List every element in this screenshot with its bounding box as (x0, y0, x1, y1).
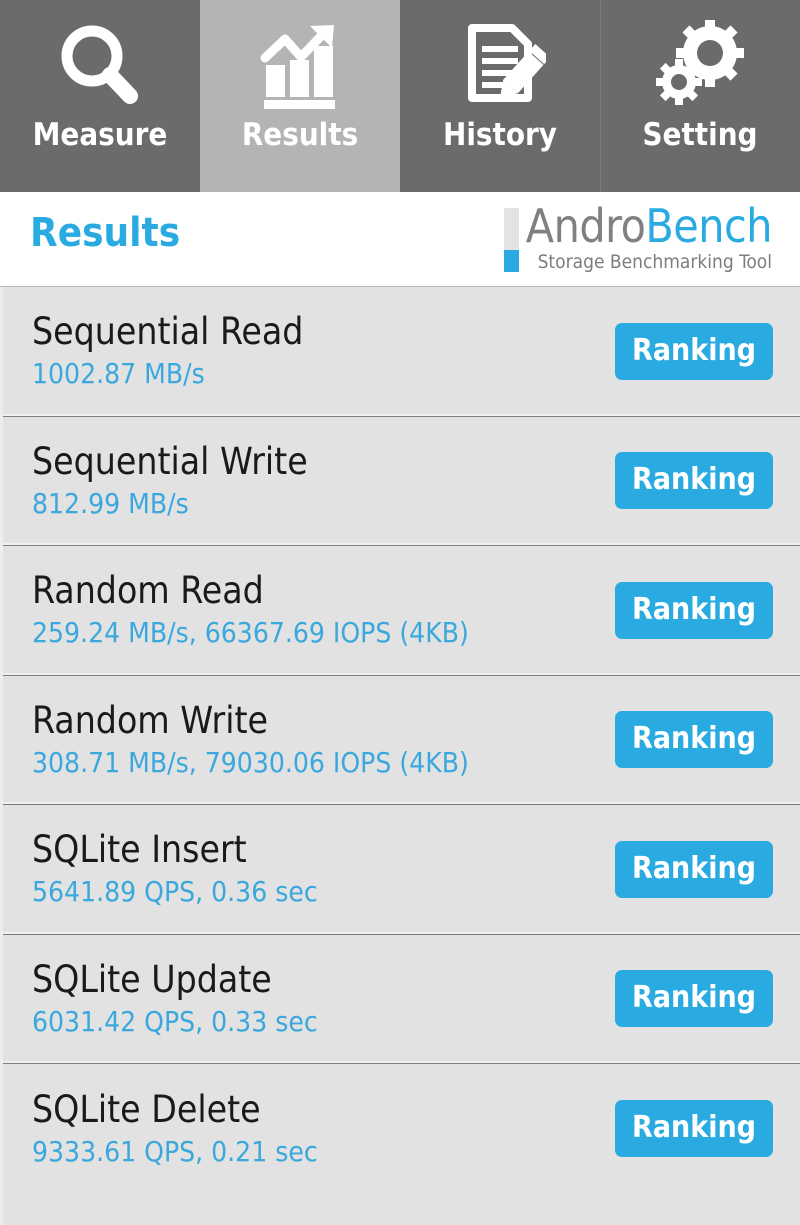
result-value: 6031.42 QPS, 0.33 sec (32, 1004, 318, 1038)
ranking-button[interactable]: Ranking (615, 581, 773, 639)
result-title: Sequential Write (32, 439, 308, 483)
row-texts: SQLite Update 6031.42 QPS, 0.33 sec (32, 958, 318, 1040)
logo-bar-bottom (503, 250, 519, 272)
result-title: Random Read (32, 569, 264, 613)
row-texts: SQLite Delete 9333.61 QPS, 0.21 sec (32, 1088, 318, 1170)
result-value: 308.71 MB/s, 79030.06 IOPS (4KB) (32, 745, 469, 779)
page-header: Results AndroBench Storage Benchmarking … (0, 192, 800, 287)
results-list: Sequential Read 1002.87 MB/s Ranking Seq… (0, 287, 800, 1225)
result-row-sequential-read[interactable]: Sequential Read 1002.87 MB/s Ranking (3, 287, 800, 417)
result-row-sqlite-insert[interactable]: SQLite Insert 5641.89 QPS, 0.36 sec Rank… (3, 805, 800, 935)
androbench-app: Measure Results History Setting Results … (0, 0, 800, 1225)
result-title: Random Write (32, 698, 269, 742)
result-row-sqlite-update[interactable]: SQLite Update 6031.42 QPS, 0.33 sec Rank… (3, 934, 800, 1064)
main-tab-bar: Measure Results History Setting (0, 0, 800, 192)
result-value: 1002.87 MB/s (32, 357, 205, 391)
row-texts: Sequential Read 1002.87 MB/s (32, 310, 303, 392)
result-value: 259.24 MB/s, 66367.69 IOPS (4KB) (32, 616, 469, 650)
tab-setting-label: Setting (642, 117, 758, 153)
brand-name: AndroBench (525, 199, 773, 253)
result-title: Sequential Read (32, 310, 304, 354)
brand-name-bench: Bench (645, 199, 772, 253)
tab-setting[interactable]: Setting (600, 0, 800, 192)
row-texts: Random Read 259.24 MB/s, 66367.69 IOPS (… (32, 569, 469, 651)
logo-text: AndroBench Storage Benchmarking Tool (525, 199, 773, 273)
ranking-button[interactable]: Ranking (615, 1100, 773, 1158)
page-title: Results (30, 210, 181, 256)
row-texts: SQLite Insert 5641.89 QPS, 0.36 sec (32, 828, 318, 910)
tab-results-label: Results (241, 117, 359, 153)
ranking-button[interactable]: Ranking (615, 452, 773, 510)
ranking-button[interactable]: Ranking (615, 840, 773, 898)
ranking-button[interactable]: Ranking (615, 322, 773, 380)
result-value: 9333.61 QPS, 0.21 sec (32, 1134, 318, 1168)
row-texts: Sequential Write 812.99 MB/s (32, 440, 308, 522)
result-row-random-write[interactable]: Random Write 308.71 MB/s, 79030.06 IOPS … (3, 675, 800, 805)
brand-name-andro: Andro (525, 199, 646, 253)
tab-history-label: History (443, 117, 557, 153)
result-value: 812.99 MB/s (32, 486, 189, 520)
result-title: SQLite Insert (32, 828, 247, 872)
logo-bar-icon (503, 208, 519, 272)
gears-icon (635, 14, 765, 118)
result-row-random-read[interactable]: Random Read 259.24 MB/s, 66367.69 IOPS (… (3, 546, 800, 676)
magnifier-icon (35, 14, 165, 118)
tab-history[interactable]: History (400, 0, 600, 192)
tab-measure[interactable]: Measure (0, 0, 200, 192)
logo-bar-top (503, 208, 519, 250)
brand-tagline: Storage Benchmarking Tool (537, 251, 772, 273)
tab-results[interactable]: Results (200, 0, 400, 192)
result-row-sequential-write[interactable]: Sequential Write 812.99 MB/s Ranking (3, 416, 800, 546)
row-texts: Random Write 308.71 MB/s, 79030.06 IOPS … (32, 699, 469, 781)
tab-measure-label: Measure (32, 117, 168, 153)
document-pencil-icon (435, 14, 565, 118)
result-title: SQLite Update (32, 957, 272, 1001)
bar-chart-trend-icon (235, 14, 365, 118)
result-value: 5641.89 QPS, 0.36 sec (32, 875, 318, 909)
ranking-button[interactable]: Ranking (615, 711, 773, 769)
result-row-sqlite-delete[interactable]: SQLite Delete 9333.61 QPS, 0.21 sec Rank… (3, 1064, 800, 1194)
ranking-button[interactable]: Ranking (615, 970, 773, 1028)
androbench-logo: AndroBench Storage Benchmarking Tool (503, 199, 773, 273)
result-title: SQLite Delete (32, 1087, 261, 1131)
